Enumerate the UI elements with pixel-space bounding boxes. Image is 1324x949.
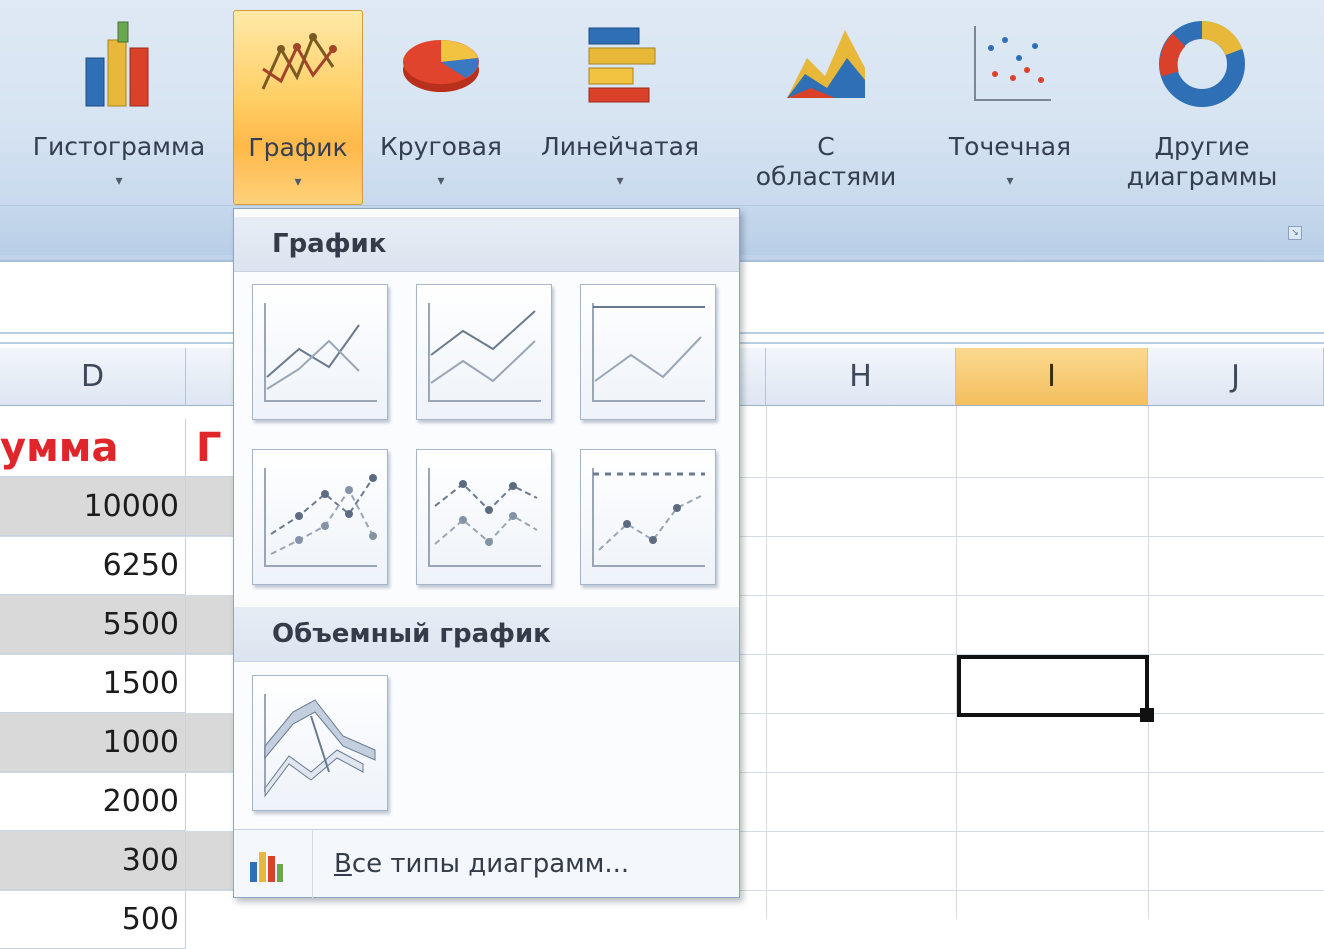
scatter-chart-label: Точечная [948, 132, 1072, 161]
cell-d-7[interactable]: 300 [0, 832, 186, 890]
stacked-line-thumb-icon [428, 303, 541, 402]
column-header-i[interactable]: I [956, 348, 1148, 406]
chart-type-line[interactable] [252, 284, 388, 420]
pie-chart-icon [403, 40, 479, 92]
chart-type-100-stacked-line-markers[interactable] [580, 449, 716, 585]
fill-handle[interactable] [1140, 708, 1154, 722]
cell-d-4[interactable]: 1500 [0, 655, 186, 713]
footer-separator [312, 830, 313, 898]
gallery-section-title-3d: Объемный график [234, 607, 739, 662]
line-chart-icon [261, 33, 337, 90]
line-chart-button[interactable]: График ▾ [233, 10, 363, 205]
other-charts-label: Другие [1154, 132, 1250, 161]
other-charts-label-line2: диаграммы [1126, 162, 1278, 191]
chart-type-line-markers[interactable] [252, 449, 388, 585]
line-chart-gallery: График Объемный график Все типы диаграмм… [233, 208, 740, 898]
line-chart-thumb-icon [264, 303, 377, 402]
column-header-d[interactable]: D [0, 348, 186, 406]
area-chart-label-line2: областями [755, 162, 897, 191]
chart-type-stacked-line[interactable] [416, 284, 552, 420]
bar-chart-button[interactable]: Линейчатая ▾ [520, 10, 720, 205]
chart-type-3d-line[interactable] [252, 675, 388, 811]
pie-chart-label: Круговая [380, 132, 502, 161]
chart-type-stacked-line-markers[interactable] [416, 449, 552, 585]
cell-d-5[interactable]: 1000 [0, 714, 186, 772]
bar-chart-icon [588, 27, 656, 103]
cell-d-1[interactable]: 10000 [0, 478, 186, 536]
column-chart-icon [85, 21, 149, 107]
chevron-down-icon: ▾ [616, 173, 624, 189]
cell-d-8[interactable]: 500 [0, 891, 186, 949]
chevron-down-icon: ▾ [294, 174, 302, 190]
stacked-line-markers-thumb-icon [428, 468, 541, 567]
active-cell-selection[interactable] [957, 655, 1149, 717]
percent-stacked-line-markers-thumb-icon [592, 468, 705, 567]
line-markers-thumb-icon [264, 468, 377, 567]
cell-d-header[interactable]: умма [0, 419, 186, 477]
chart-type-icon [250, 852, 283, 882]
pie-chart-button[interactable]: Круговая ▾ [366, 10, 516, 205]
cell-d-3[interactable]: 5500 [0, 596, 186, 654]
scatter-chart-button[interactable]: Точечная ▾ [930, 10, 1090, 205]
grid-line [766, 406, 767, 919]
chevron-down-icon: ▾ [1006, 173, 1014, 189]
bar-chart-label: Линейчатая [540, 132, 700, 161]
column-header-h[interactable]: H [766, 348, 956, 406]
column-chart-label: Гистограмма [32, 132, 206, 161]
other-charts-button[interactable]: Другие диаграммы [1095, 10, 1309, 205]
area-chart-button[interactable]: С областями [728, 10, 924, 205]
doughnut-chart-icon [1159, 20, 1245, 107]
area-chart-label: С [817, 132, 835, 161]
cell-d-2[interactable]: 6250 [0, 537, 186, 595]
line-chart-label: График [248, 133, 348, 162]
chevron-down-icon: ▾ [115, 173, 123, 189]
all-chart-types-label: Все типы диаграмм... [334, 849, 630, 879]
chart-type-100-stacked-line[interactable] [580, 284, 716, 420]
scatter-chart-icon [974, 26, 1051, 101]
gallery-section-title-2d: График [234, 217, 739, 272]
area-chart-icon [787, 30, 865, 98]
dialog-launcher-icon[interactable]: ↘ [1288, 226, 1302, 240]
cell-d-6[interactable]: 2000 [0, 773, 186, 831]
3d-line-thumb-icon [264, 694, 376, 798]
chevron-down-icon: ▾ [437, 173, 445, 189]
percent-stacked-line-thumb-icon [592, 303, 705, 402]
column-header-j[interactable]: J [1148, 348, 1324, 406]
all-chart-types-item[interactable]: Все типы диаграмм... [234, 829, 739, 898]
column-chart-button[interactable]: Гистограмма ▾ [8, 10, 230, 205]
